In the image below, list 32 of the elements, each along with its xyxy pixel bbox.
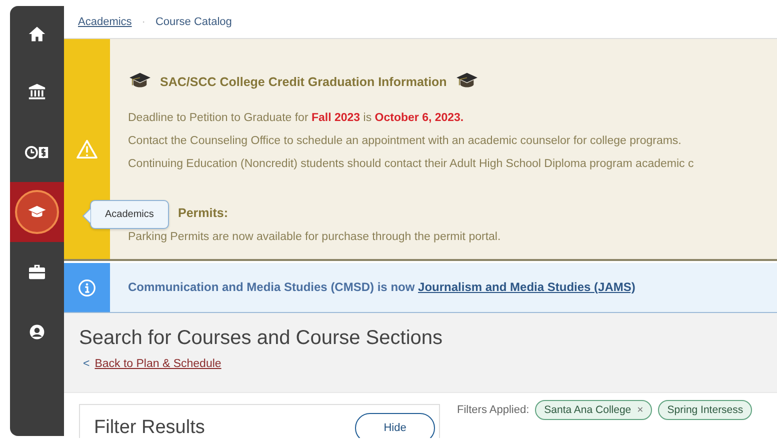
notice-text: Contact the Counseling Office to schedule an appointment with an academic counselor for college programs. [128, 134, 682, 149]
sidebar-item[interactable] [10, 182, 64, 242]
info-icon [78, 278, 96, 296]
breadcrumb-separator: · [142, 16, 146, 28]
notice-text: Parking Permits are now available for purchase through the permit portal. [128, 230, 502, 245]
tooltip-pointer [82, 208, 91, 224]
user-icon [29, 324, 45, 340]
graduation-cap-icon [454, 71, 479, 90]
warning-icon [76, 139, 98, 159]
notice-text: Deadline to Petition to Graduate for Fall 2023 is October 6, 2023. [128, 111, 465, 126]
graduation-cap-icon [128, 71, 152, 90]
bank-icon [28, 83, 46, 101]
clock-dollar-icon [25, 144, 49, 160]
filter-chip[interactable]: Santa Ana College × [535, 400, 652, 420]
filter-chip[interactable]: Spring Intersess [658, 400, 752, 420]
breadcrumb-link[interactable]: Academics [78, 16, 132, 28]
briefcase-icon [28, 264, 46, 280]
filters-label: Filters Applied: [457, 404, 530, 416]
notice-text: Continuing Education (Noncredit) students should contact their Adult High School Diploma program academic c [128, 157, 694, 172]
breadcrumb-current: Course Catalog [155, 16, 232, 28]
filter-title: Filter Results [94, 417, 205, 438]
graduation-cap-icon [28, 205, 46, 219]
page-title: Search for Courses and Course Sections [79, 327, 444, 350]
home-icon [28, 25, 46, 43]
chevron-left-icon: < [83, 358, 90, 370]
remove-icon[interactable]: × [637, 404, 644, 416]
info-text: Communication and Media Studies (CMSD) is now Journalism and Media Studies (JAMS) [128, 279, 636, 296]
link[interactable]: Journalism and Media Studies (JAMS) [418, 280, 636, 294]
hide-button[interactable]: Hide [355, 413, 435, 438]
notice-title: Permits: [178, 206, 228, 220]
back-link[interactable]: Back to Plan & Schedule [94, 358, 222, 370]
notice-title: SAC/SCC College Credit Graduation Information [160, 75, 447, 89]
